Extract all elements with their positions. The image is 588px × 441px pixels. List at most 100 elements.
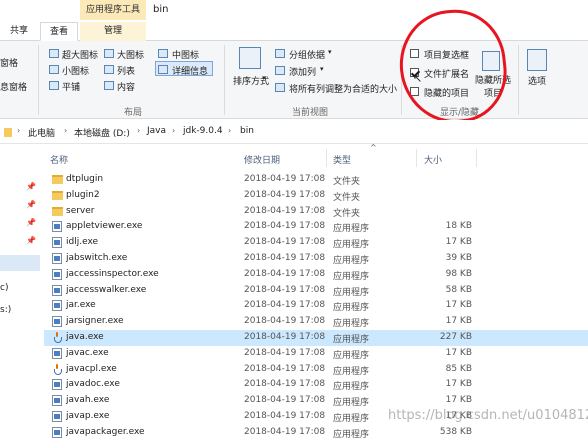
- add-column-button[interactable]: 添加列: [289, 65, 316, 78]
- application-icon: [52, 237, 62, 249]
- file-row[interactable]: jaccessinspector.exe 2018-04-19 17:08 应用程序…: [44, 267, 588, 283]
- file-name: javadoc.exe: [66, 379, 120, 390]
- application-icon: [52, 284, 62, 296]
- current-view-group-label: 当前视图: [292, 108, 329, 118]
- chevron-right-icon: ›: [172, 126, 176, 135]
- file-size: 538 KB: [439, 426, 472, 437]
- folder-icon: [4, 128, 12, 137]
- breadcrumb-bin[interactable]: bin: [240, 126, 254, 136]
- pin-icon[interactable]: 📌: [26, 200, 36, 209]
- group-separator: [224, 45, 225, 115]
- column-divider[interactable]: [416, 149, 417, 167]
- file-date: 2018-04-19 17:08: [244, 221, 326, 232]
- layout-list[interactable]: 列表: [117, 64, 135, 77]
- file-date: 2018-04-19 17:08: [244, 363, 326, 374]
- nav-selected-item[interactable]: [0, 255, 40, 271]
- extra-large-icons-icon: [49, 49, 59, 58]
- details-pane-clipped[interactable]: 息窗格: [0, 80, 27, 93]
- options-icon: [527, 49, 547, 71]
- file-name: java.exe: [66, 331, 104, 342]
- column-divider[interactable]: [476, 149, 477, 167]
- nav-item-clipped-c[interactable]: c): [0, 283, 8, 293]
- nav-item-clipped-s[interactable]: s:): [0, 305, 11, 315]
- file-row[interactable]: javah.exe 2018-04-19 17:08 应用程序 17 KB: [44, 393, 588, 409]
- file-row[interactable]: javapackager.exe 2018-04-19 17:08 应用程序 538 …: [44, 425, 588, 441]
- file-name: javacpl.exe: [66, 363, 117, 374]
- breadcrumb-jdk[interactable]: jdk-9.0.4: [183, 126, 223, 136]
- tab-manage[interactable]: 管理: [80, 22, 146, 41]
- file-row[interactable]: jaccesswalker.exe 2018-04-19 17:08 应用程序 58 …: [44, 283, 588, 299]
- file-size: 227 KB: [439, 331, 472, 342]
- file-date: 2018-04-19 17:08: [244, 205, 326, 216]
- layout-small-icons[interactable]: 小图标: [62, 64, 89, 77]
- file-row[interactable]: jar.exe 2018-04-19 17:08 应用程序 17 KB: [44, 298, 588, 314]
- layout-large-icons[interactable]: 大图标: [117, 48, 144, 61]
- column-type[interactable]: 类型: [333, 153, 351, 166]
- file-type: 应用程序: [333, 382, 370, 393]
- options-button[interactable]: 选项: [528, 74, 546, 87]
- pin-icon[interactable]: 📌: [26, 218, 36, 227]
- file-row[interactable]: javadoc.exe 2018-04-19 17:08 应用程序 17 KB: [44, 377, 588, 393]
- file-type: 文件夹: [333, 192, 361, 203]
- file-row[interactable]: jabswitch.exe 2018-04-19 17:08 应用程序 39 KB: [44, 251, 588, 267]
- application-icon: [52, 268, 62, 280]
- application-icon: [52, 221, 62, 233]
- tab-share[interactable]: 共享: [0, 22, 38, 41]
- folder-icon: [52, 175, 63, 184]
- layout-content[interactable]: 内容: [117, 80, 135, 93]
- file-name: javap.exe: [66, 410, 110, 421]
- file-row[interactable]: javac.exe 2018-04-19 17:08 应用程序 17 KB: [44, 346, 588, 362]
- chevron-down-icon: ▾: [320, 65, 324, 73]
- file-row[interactable]: javacpl.exe 2018-04-19 17:08 应用程序 85 KB: [44, 362, 588, 378]
- breadcrumb-java[interactable]: Java: [147, 126, 166, 136]
- pin-icon[interactable]: 📌: [26, 182, 36, 191]
- fit-columns-icon: [275, 83, 285, 92]
- file-name: idlj.exe: [66, 237, 99, 248]
- file-type: 应用程序: [333, 255, 370, 266]
- window-title: bin: [153, 4, 169, 15]
- file-row[interactable]: idlj.exe 2018-04-19 17:08 应用程序 17 KB: [44, 235, 588, 251]
- file-name: server: [66, 205, 95, 216]
- tab-view[interactable]: 查看: [40, 22, 78, 41]
- file-size: 17 KB: [445, 379, 472, 390]
- file-row[interactable]: server 2018-04-19 17:08 文件夹: [44, 204, 588, 220]
- content-icon: [104, 81, 114, 90]
- column-size[interactable]: 大小: [424, 153, 442, 166]
- application-icon: [52, 379, 62, 391]
- folder-icon: [52, 206, 63, 216]
- file-date: 2018-04-19 17:08: [244, 426, 326, 437]
- column-divider[interactable]: [326, 149, 327, 167]
- file-name: javapackager.exe: [66, 426, 145, 437]
- file-size: 17 KB: [445, 237, 472, 248]
- file-date: 2018-04-19 17:08: [244, 395, 326, 406]
- application-icon: [52, 395, 62, 407]
- file-row[interactable]: jarsigner.exe 2018-04-19 17:08 应用程序 17 KB: [44, 314, 588, 330]
- fit-columns-button[interactable]: 将所有列调整为合适的大小: [289, 82, 397, 95]
- column-date[interactable]: 修改日期: [244, 153, 280, 166]
- breadcrumb-drive-d[interactable]: 本地磁盘 (D:): [74, 126, 130, 139]
- pin-icon[interactable]: 📌: [26, 236, 36, 245]
- java-app-icon: [52, 331, 62, 343]
- file-name: appletviewer.exe: [66, 221, 143, 232]
- layout-details[interactable]: 详细信息: [172, 64, 208, 77]
- column-name[interactable]: 名称: [50, 153, 68, 166]
- address-bar[interactable]: › 此电脑 › 本地磁盘 (D:) › Java › jdk-9.0.4 › b…: [0, 120, 588, 144]
- layout-extra-large-icons[interactable]: 超大图标: [62, 48, 98, 61]
- file-row[interactable]: dtplugin 2018-04-19 17:08 文件夹: [44, 172, 588, 188]
- file-row[interactable]: plugin2 2018-04-19 17:08 文件夹: [44, 188, 588, 204]
- file-date: 2018-04-19 17:08: [244, 252, 326, 263]
- details-icon: [158, 65, 168, 74]
- file-date: 2018-04-19 17:08: [244, 174, 326, 184]
- group-by-button[interactable]: 分组依据: [289, 48, 325, 61]
- breadcrumb-this-pc[interactable]: 此电脑: [28, 126, 55, 139]
- file-name: jaccessinspector.exe: [66, 268, 159, 279]
- file-row[interactable]: appletviewer.exe 2018-04-19 17:08 应用程序 18 K…: [44, 219, 588, 235]
- file-size: 17 KB: [445, 300, 472, 311]
- file-row[interactable]: java.exe 2018-04-19 17:08 应用程序 227 KB: [44, 329, 588, 346]
- layout-tiles[interactable]: 平铺: [62, 80, 80, 93]
- layout-medium-icons[interactable]: 中图标: [172, 48, 199, 61]
- java-app-icon: [52, 363, 62, 375]
- file-type: 文件夹: [333, 208, 361, 219]
- navigation-pane: 📌 📌 📌 📌 c) s:): [0, 145, 44, 436]
- pane-item-clipped[interactable]: 窗格: [0, 56, 18, 69]
